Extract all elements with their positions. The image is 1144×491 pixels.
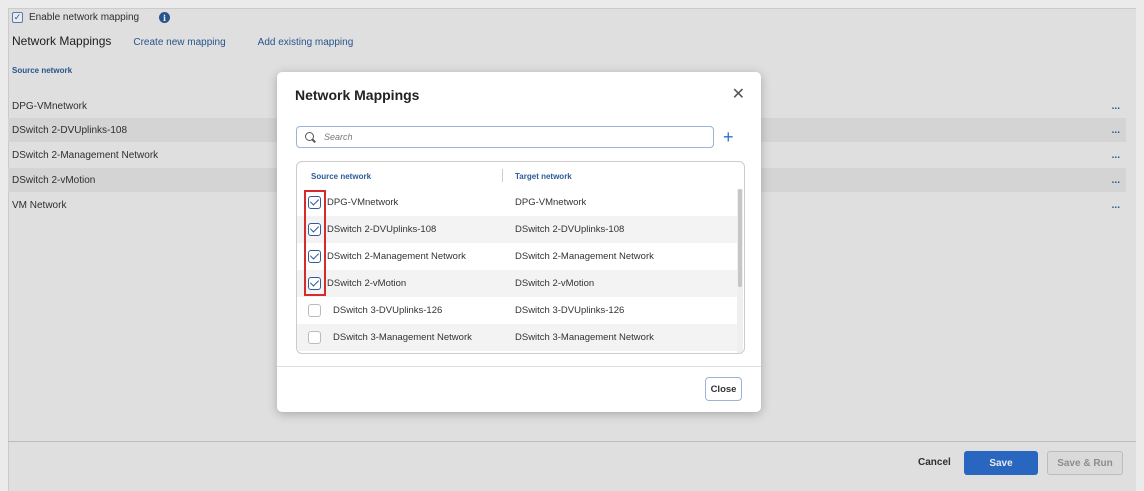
table-header: Source network Target network bbox=[297, 162, 744, 189]
source-network-column: Source network bbox=[311, 172, 372, 181]
row-checkbox[interactable] bbox=[308, 304, 321, 317]
row-target: DSwitch 2-Management Network bbox=[515, 251, 654, 262]
row-source: DPG-VMnetwork bbox=[327, 197, 399, 208]
network-mappings-dialog: Network Mappings ✕ + Source network Targ… bbox=[277, 72, 761, 412]
column-divider bbox=[502, 169, 503, 182]
checked-rows-highlight-box bbox=[304, 190, 326, 296]
table-row[interactable]: DSwitch 3-DVUplinks-126 DSwitch 3-DVUpli… bbox=[297, 297, 737, 324]
row-source: DSwitch 3-Management Network bbox=[333, 332, 472, 343]
row-source: DSwitch 2-DVUplinks-108 bbox=[327, 224, 437, 235]
table-row[interactable]: DSwitch 2-DVUplinks-108 DSwitch 2-DVUpli… bbox=[297, 216, 737, 243]
row-source: DSwitch 2-Management Network bbox=[327, 251, 466, 262]
target-network-column: Target network bbox=[515, 172, 572, 181]
table-row[interactable]: DPG-VMnetwork DPG-VMnetwork bbox=[297, 189, 737, 216]
table-row[interactable]: DSwitch 2-vMotion DSwitch 2-vMotion bbox=[297, 270, 737, 297]
table-row[interactable]: DSwitch 2-Management Network DSwitch 2-M… bbox=[297, 243, 737, 270]
row-checkbox[interactable] bbox=[308, 331, 321, 344]
close-button[interactable]: Close bbox=[705, 377, 742, 401]
mappings-table: Source network Target network DPG-VMnetw… bbox=[296, 161, 745, 354]
search-box[interactable] bbox=[296, 126, 714, 148]
row-source: DSwitch 2-vMotion bbox=[327, 278, 407, 289]
dialog-title: Network Mappings bbox=[295, 87, 420, 103]
search-icon bbox=[305, 131, 316, 143]
row-target: DSwitch 2-DVUplinks-108 bbox=[515, 224, 625, 235]
row-source: DSwitch 3-DVUplinks-126 bbox=[333, 305, 443, 316]
search-input[interactable] bbox=[324, 132, 704, 142]
dialog-footer-divider bbox=[277, 366, 761, 367]
scrollbar-thumb[interactable] bbox=[738, 189, 742, 287]
close-icon[interactable]: ✕ bbox=[732, 84, 745, 104]
row-target: DPG-VMnetwork bbox=[515, 197, 587, 208]
row-target: DSwitch 3-Management Network bbox=[515, 332, 654, 343]
row-target: DSwitch 3-DVUplinks-126 bbox=[515, 305, 625, 316]
plus-icon[interactable]: + bbox=[723, 126, 734, 148]
row-target: DSwitch 2-vMotion bbox=[515, 278, 595, 289]
table-row[interactable]: DSwitch 3-Management Network DSwitch 3-M… bbox=[297, 324, 737, 351]
